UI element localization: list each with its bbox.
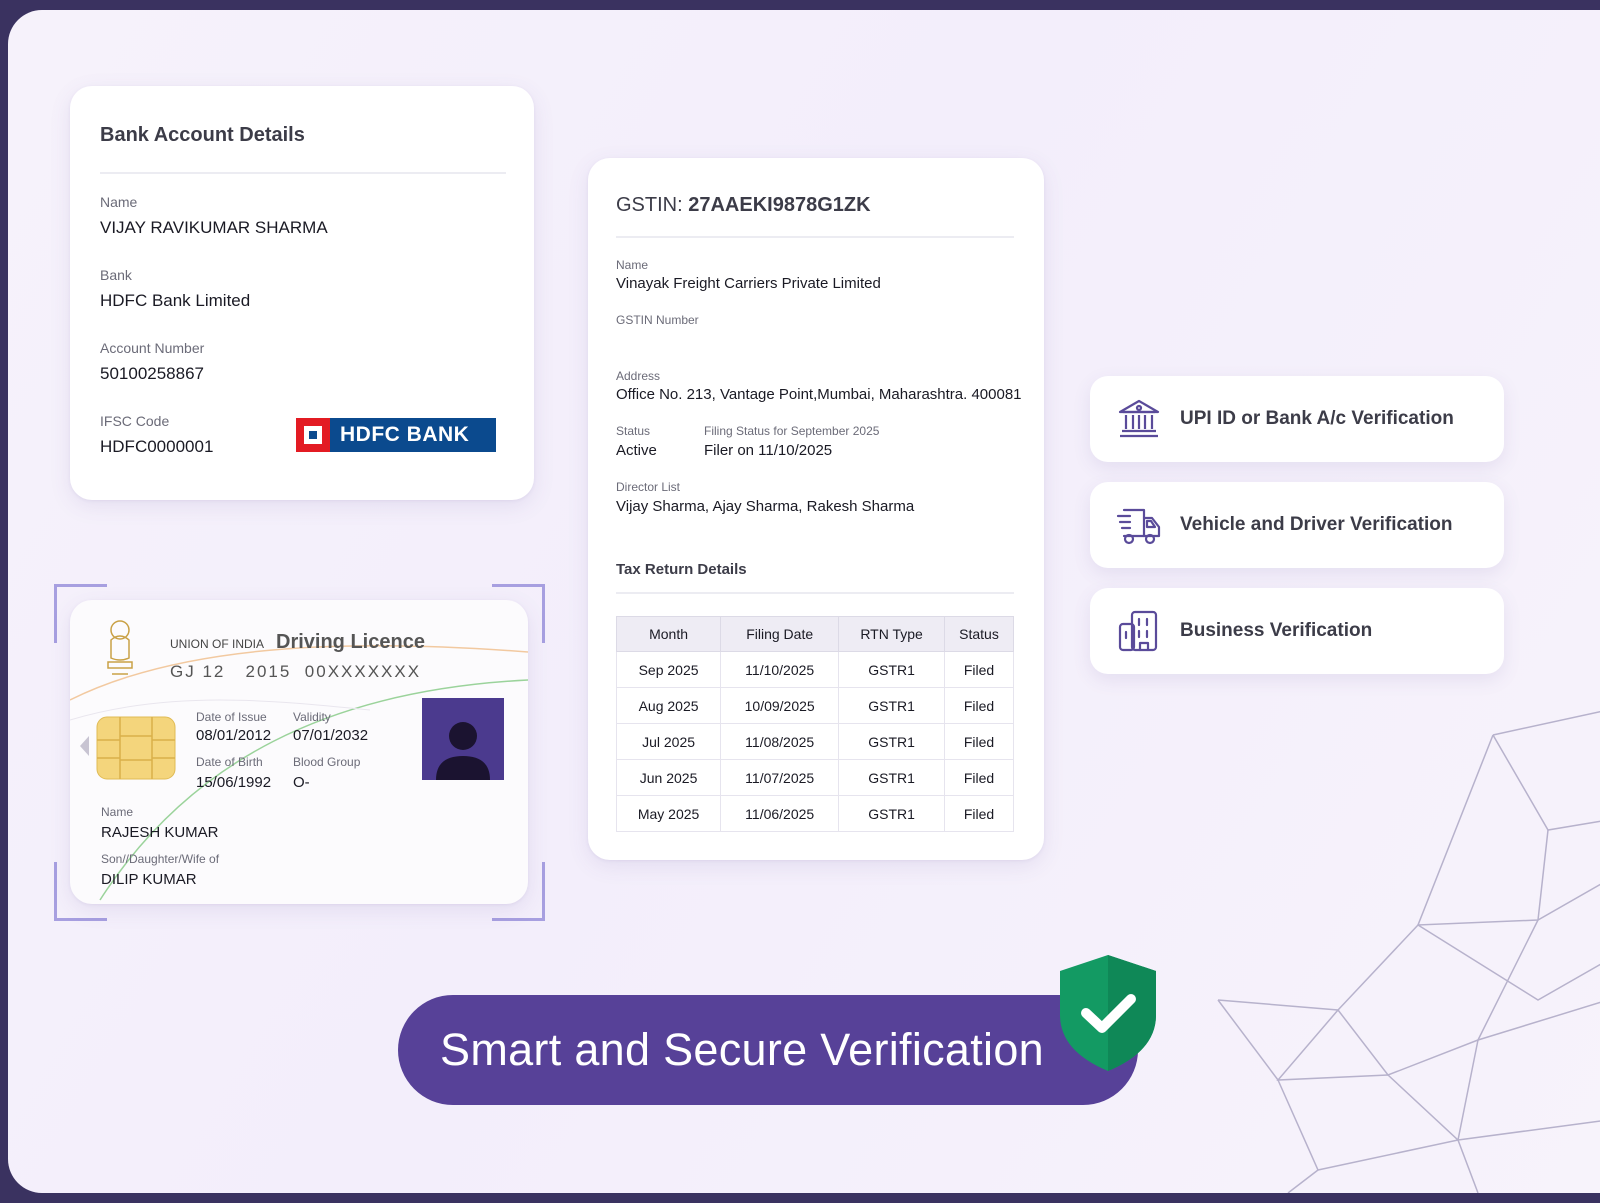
table-cell: Jul 2025 [615,723,722,760]
ifsc-label: IFSC Code [100,413,170,429]
column-header: RTN Type [838,616,945,652]
director-list-label: Director List [616,480,681,494]
bank-account-card: Bank Account Details Name VIJAY RAVIKUMA… [70,86,534,500]
issue-date-label: Date of Issue [196,710,267,724]
table-cell: GSTR1 [838,687,945,724]
table-cell: GSTR1 [838,651,945,688]
office-building-icon [1118,610,1158,652]
table-row: Jul 2025 11/08/2025 GSTR1 Filed [615,723,1014,760]
validity-label: Validity [293,710,331,724]
director-list-value: Vijay Sharma, Ajay Sharma, Rakesh Sharma [616,498,915,515]
relation-label: Son//Daughter/Wife of [101,852,220,866]
bank-building-icon [1118,399,1160,438]
gstin-title-prefix: GSTIN: [616,194,683,216]
table-cell: 11/07/2025 [720,759,840,796]
feature-label: Business Verification [1180,620,1373,641]
filing-status-value: Filer on 11/10/2025 [704,442,833,459]
table-cell: Filed [944,795,1014,832]
table-cell: GSTR1 [838,759,945,796]
issue-date-value: 08/01/2012 [196,727,272,744]
tax-return-title: Tax Return Details [616,561,747,578]
divider [616,592,1014,594]
table-cell: GSTR1 [838,795,945,832]
table-cell: Filed [944,687,1014,724]
ifsc-value: HDFC0000001 [100,437,214,456]
gstin-card: GSTIN: 27AAEKI9878G1ZK Name Vinayak Frei… [588,158,1044,860]
feature-label: UPI ID or Bank A/c Verification [1180,408,1454,429]
chevron-left-icon [80,736,89,756]
feature-vehicle-driver-verification[interactable]: Vehicle and Driver Verification [1090,482,1504,568]
national-emblem-icon [107,620,133,675]
table-cell: GSTR1 [838,723,945,760]
gstin-title: GSTIN: 27AAEKI9878G1ZK [616,194,871,217]
blood-group-label: Blood Group [293,755,361,769]
table-header-row: Month Filing Date RTN Type Status [615,616,1014,652]
dob-label: Date of Birth [196,755,263,769]
bank-card-title: Bank Account Details [100,124,305,146]
feature-label: Vehicle and Driver Verification [1180,514,1453,535]
gstin-number-label: GSTIN Number [616,313,699,327]
account-number-value: 50100258867 [100,364,205,383]
feature-upi-bank-verification[interactable]: UPI ID or Bank A/c Verification [1090,376,1504,462]
divider [616,236,1014,238]
relation-value: DILIP KUMAR [101,871,197,888]
verification-banner: Smart and Secure Verification [398,995,1138,1105]
holder-name-value: RAJESH KUMAR [101,824,219,841]
address-label: Address [616,369,661,383]
table-cell: May 2025 [615,795,722,832]
licence-title: Driving Licence [276,631,425,653]
licence-number: GJ 12 2015 00XXXXXXX [170,662,422,681]
table-row: May 2025 11/06/2025 GSTR1 Filed [615,795,1014,832]
table-row: Jun 2025 11/07/2025 GSTR1 Filed [615,759,1014,796]
column-header: Filing Date [720,616,840,652]
table-cell: 11/06/2025 [720,795,840,832]
table-row: Sep 2025 11/10/2025 GSTR1 Filed [615,651,1014,688]
table-cell: Filed [944,723,1014,760]
table-cell: 11/10/2025 [720,651,840,688]
table-cell: 11/08/2025 [720,723,840,760]
shield-check-icon [1060,955,1156,1071]
bank-value: HDFC Bank Limited [100,291,251,310]
tax-return-table: Month Filing Date RTN Type Status Sep 20… [615,616,1014,832]
blood-group-value: O- [293,774,310,791]
table-row: Aug 2025 10/09/2025 GSTR1 Filed [615,687,1014,724]
table-cell: Filed [944,651,1014,688]
gstin-title-value: 27AAEKI9878G1ZK [688,194,871,216]
account-number-label: Account Number [100,340,205,356]
address-value: Office No. 213, Vantage Point,Mumbai, Ma… [616,386,1022,403]
hdfc-mark-icon [296,418,330,452]
column-header: Status [944,616,1014,652]
truck-icon [1116,508,1161,545]
chip-icon [96,716,176,780]
divider [100,172,506,174]
dob-value: 15/06/1992 [196,774,272,791]
status-label: Status [616,424,651,438]
hdfc-logo-text: HDFC BANK [340,423,470,446]
table-cell: Sep 2025 [615,651,722,688]
bank-label: Bank [100,267,132,283]
column-header: Month [615,616,722,652]
filing-status-label: Filing Status for September 2025 [704,424,880,438]
app-frame: Bank Account Details Name VIJAY RAVIKUMA… [8,10,1600,1193]
validity-value: 07/01/2032 [293,727,369,744]
decorative-mesh [1217,710,1600,1193]
gst-name-value: Vinayak Freight Carriers Private Limited [616,275,881,292]
avatar-photo [422,698,504,780]
table-cell: Jun 2025 [615,759,722,796]
table-cell: 10/09/2025 [720,687,840,724]
table-cell: Filed [944,759,1014,796]
banner-text: Smart and Secure Verification [440,1024,1045,1075]
driving-licence-card: UNION OF INDIA Driving Licence GJ 12 201… [70,600,528,904]
hdfc-bank-logo: HDFC BANK [296,418,496,452]
status-value: Active [616,442,657,459]
bank-name-value: VIJAY RAVIKUMAR SHARMA [100,218,328,237]
holder-name-label: Name [101,805,134,819]
feature-business-verification[interactable]: Business Verification [1090,588,1504,674]
gst-name-label: Name [616,258,649,272]
table-cell: Aug 2025 [615,687,722,724]
licence-issuer: UNION OF INDIA [170,637,265,651]
bank-name-label: Name [100,194,138,210]
